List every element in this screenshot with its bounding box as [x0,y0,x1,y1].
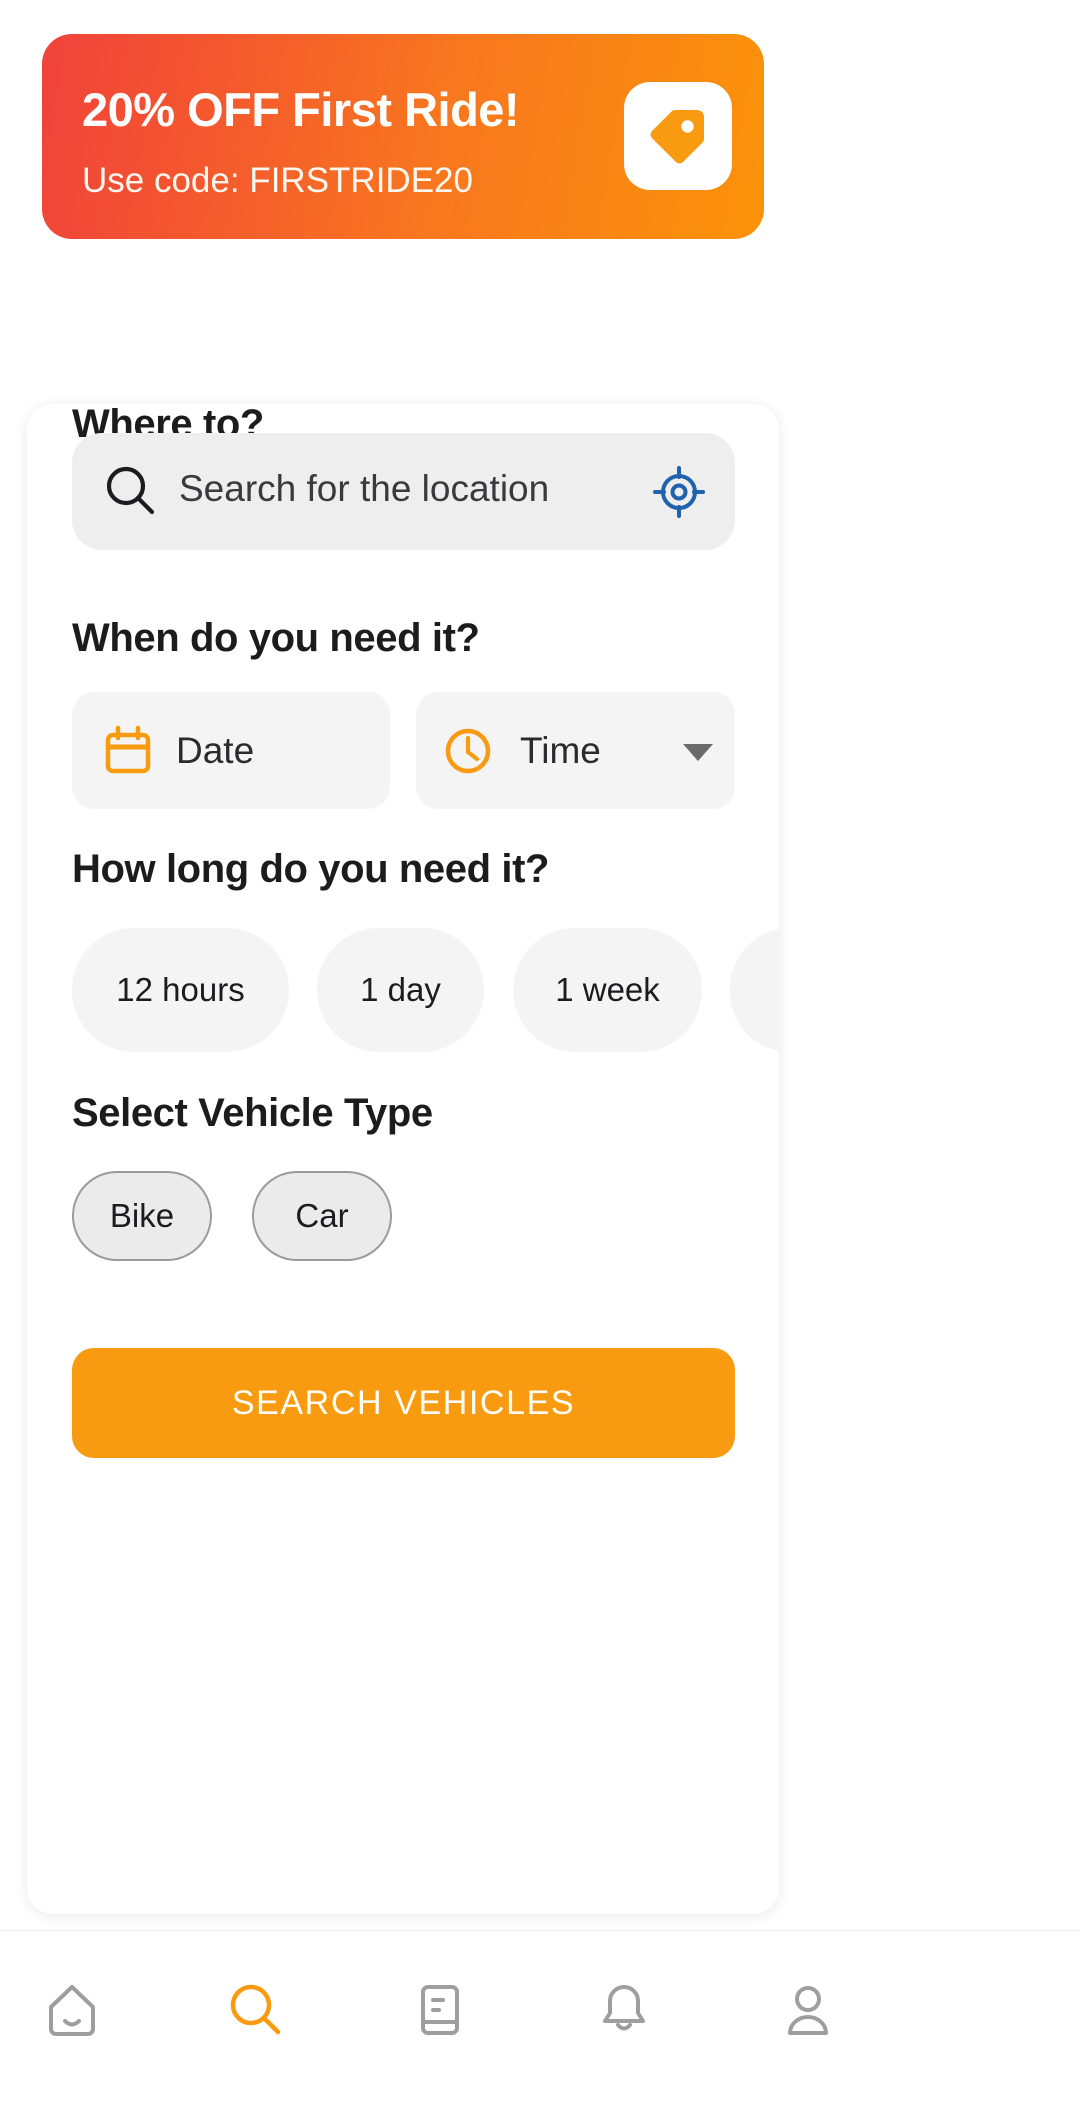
duration-chip-label: 1 day [360,971,441,1008]
bottom-navigation [0,1930,1080,2105]
search-input[interactable]: Search for the location [72,433,735,550]
search-vehicles-label: SEARCH VEHICLES [231,1383,576,1422]
duration-chip-12-hours[interactable]: 12 hours [72,928,289,1052]
time-field[interactable]: Time [416,692,735,809]
duration-chip-1-day[interactable]: 1 day [317,928,484,1052]
app-screen: 20% OFF First Ride! Use code: FIRSTRIDE2… [0,0,1080,2105]
clock-icon [442,725,494,782]
search-icon [230,1984,281,2035]
date-label: Date [176,730,255,771]
date-field[interactable]: Date [72,692,390,809]
vehicle-chip-label: Car [295,1197,349,1234]
home-icon [49,1985,95,2036]
vehicle-heading: Select Vehicle Type [72,1091,433,1135]
booking-form-card: Where to? Search for the location When d… [27,404,779,1914]
gps-locate-icon[interactable] [651,464,707,525]
duration-chip-overflow[interactable] [730,928,779,1052]
duration-chip-label: 1 week [555,971,660,1008]
nav-item-notifications[interactable] [570,1969,678,2051]
vehicle-chip-bike[interactable]: Bike [72,1171,212,1261]
chevron-down-icon[interactable] [683,744,713,767]
search-placeholder: Search for the location [179,468,550,509]
search-icon [102,462,160,525]
promo-banner[interactable]: 20% OFF First Ride! Use code: FIRSTRIDE2… [42,34,764,239]
promo-title: 20% OFF First Ride! [82,83,520,136]
duration-chip-label: 12 hours [116,971,245,1008]
nav-item-profile[interactable] [754,1969,862,2051]
when-heading: When do you need it? [72,616,480,660]
bell-icon [603,1985,645,2031]
book-icon [421,1985,459,2035]
calendar-icon [102,725,154,782]
promo-badge [624,82,732,190]
price-tag-icon [650,110,704,164]
vehicle-chip-label: Bike [109,1197,175,1234]
duration-heading: How long do you need it? [72,847,550,891]
nav-item-bookings[interactable] [386,1969,494,2051]
nav-item-home[interactable] [18,1969,126,2051]
search-vehicles-button[interactable]: SEARCH VEHICLES [72,1348,735,1458]
person-icon [788,1986,828,2035]
promo-subtitle: Use code: FIRSTRIDE20 [82,161,473,200]
nav-item-search[interactable] [202,1969,310,2051]
vehicle-chip-car[interactable]: Car [252,1171,392,1261]
time-label: Time [520,730,601,771]
duration-chip-1-week[interactable]: 1 week [513,928,702,1052]
